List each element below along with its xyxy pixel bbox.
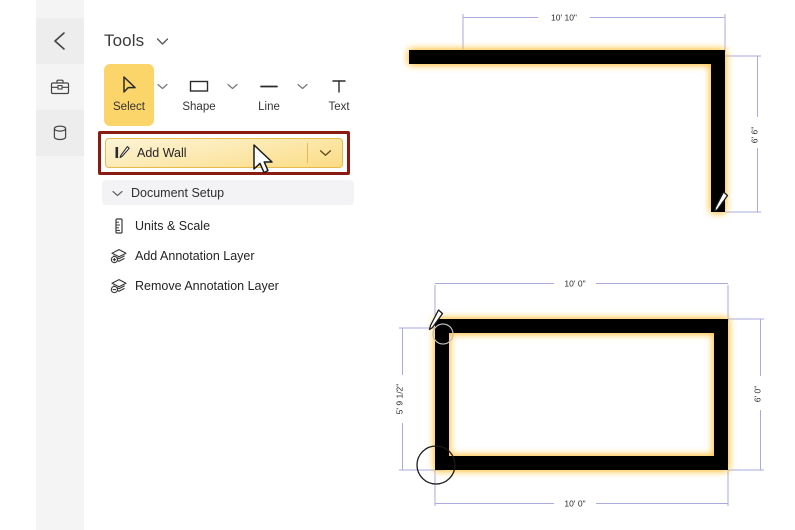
tool-shape[interactable]: Shape	[174, 64, 224, 126]
icon-rail	[36, 0, 84, 530]
rectangle-icon	[187, 73, 211, 99]
chevron-down-icon	[112, 184, 123, 202]
dimension-label: 10' 0"	[564, 499, 585, 509]
dimension-top: 10' 10"	[463, 13, 725, 53]
text-icon	[329, 73, 349, 99]
page-title: Tools	[104, 31, 144, 50]
panel-title-row[interactable]: Tools	[104, 31, 169, 51]
rail-item-back[interactable]	[36, 18, 84, 64]
section-document-setup[interactable]: Document Setup	[102, 180, 354, 205]
toolbox-icon	[49, 76, 71, 98]
add-layers-icon	[108, 247, 130, 265]
tool-line-caret[interactable]	[296, 80, 308, 92]
ruler-icon	[108, 217, 130, 235]
remove-layers-icon	[108, 277, 130, 295]
tool-label: Shape	[182, 101, 215, 113]
menu-item-remove-annotation-layer[interactable]: Remove Annotation Layer	[108, 274, 358, 298]
tool-label: Line	[258, 101, 280, 113]
tool-shape-caret[interactable]	[226, 80, 238, 92]
bottom-drawing[interactable]: 10' 0" 5' 9 1/2" 6' 0"	[395, 279, 765, 509]
tools-panel: Tools Select	[84, 0, 384, 530]
dimension-label: 6' 0"	[753, 386, 763, 402]
menu-item-label: Remove Annotation Layer	[135, 279, 279, 293]
tool-select-caret[interactable]	[156, 80, 168, 92]
menu-item-label: Units & Scale	[135, 219, 210, 233]
tool-label: Select	[113, 101, 145, 113]
tool-label: Text	[328, 101, 349, 113]
dimension-right: 6' 6"	[725, 56, 761, 212]
drawing-canvas[interactable]: 10' 10" 6' 6"	[384, 0, 795, 530]
dimension-label: 5' 9 1/2"	[395, 384, 405, 415]
section-label: Document Setup	[131, 186, 224, 200]
top-drawing[interactable]: 10' 10" 6' 6"	[409, 13, 761, 213]
add-wall-highlight-region: Add Wall	[98, 131, 350, 175]
back-arrow-icon	[47, 28, 73, 54]
dimension-label: 10' 10"	[551, 13, 577, 23]
tool-text[interactable]: Text	[314, 64, 364, 126]
add-wall-caret-icon[interactable]	[308, 139, 342, 167]
cursor-arrow-icon	[119, 73, 139, 99]
menu-item-label: Add Annotation Layer	[135, 249, 255, 263]
app-root: Tools Select	[0, 0, 795, 530]
wall-geometry	[409, 50, 725, 212]
tool-select[interactable]: Select	[104, 64, 154, 126]
menu-item-units-scale[interactable]: Units & Scale	[108, 214, 358, 238]
add-wall-button[interactable]: Add Wall	[105, 138, 343, 168]
rail-item-library[interactable]	[36, 110, 84, 156]
dimension-label: 6' 6"	[750, 127, 760, 143]
tool-strip: Select Shape	[104, 64, 372, 126]
dimension-top: 10' 0"	[435, 279, 728, 323]
line-icon	[257, 73, 281, 99]
dimension-label: 10' 0"	[564, 279, 585, 289]
dimension-right: 6' 0"	[728, 319, 764, 470]
dimension-bottom: 10' 0"	[435, 470, 728, 509]
tool-line[interactable]: Line	[244, 64, 294, 126]
menu-item-add-annotation-layer[interactable]: Add Annotation Layer	[108, 244, 358, 268]
chevron-down-icon[interactable]	[156, 31, 169, 50]
wall-pen-icon	[114, 145, 132, 161]
wall-geometry	[435, 319, 728, 470]
rail-item-toolbox[interactable]	[36, 64, 84, 110]
add-wall-label: Add Wall	[137, 146, 187, 160]
database-icon	[49, 122, 71, 144]
